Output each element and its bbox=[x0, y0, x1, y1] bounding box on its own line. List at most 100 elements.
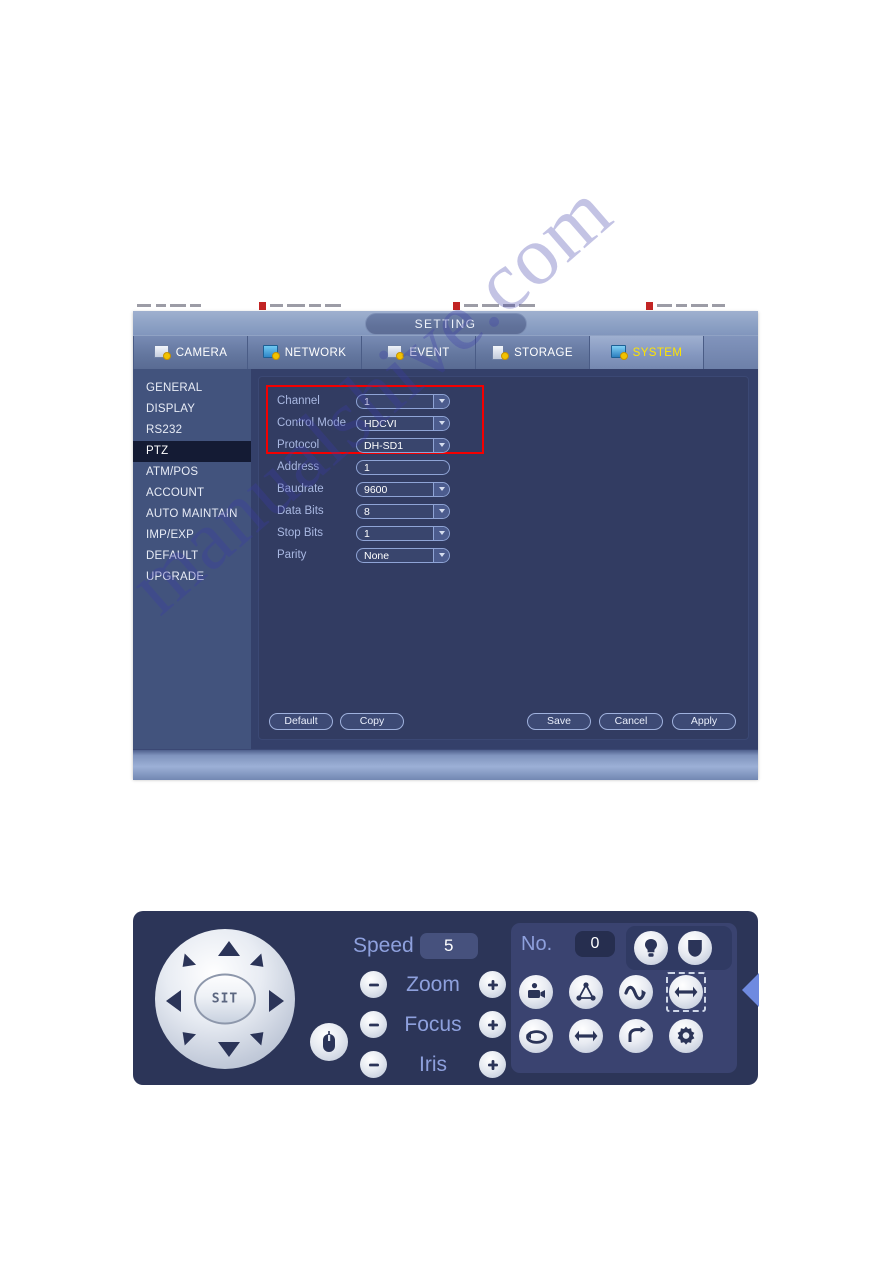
iris-minus-button[interactable] bbox=[360, 1051, 387, 1078]
tab-camera-label: CAMERA bbox=[175, 346, 228, 359]
storage-icon bbox=[492, 345, 510, 360]
chevron-down-icon[interactable] bbox=[433, 548, 449, 562]
light-button[interactable] bbox=[634, 931, 668, 965]
pan-right-button[interactable] bbox=[269, 990, 284, 1012]
chevron-down-icon[interactable] bbox=[433, 504, 449, 518]
pan-up-right-button[interactable] bbox=[249, 953, 270, 973]
config-button[interactable] bbox=[669, 1019, 703, 1053]
preset-icon bbox=[528, 983, 545, 998]
protocol-value: DH-SD1 bbox=[364, 439, 404, 452]
auto-pan-icon bbox=[526, 1030, 547, 1044]
reset-button[interactable] bbox=[619, 1019, 653, 1053]
tab-event[interactable]: EVENT bbox=[362, 336, 476, 369]
config-cell bbox=[669, 1019, 703, 1053]
system-icon bbox=[610, 345, 628, 360]
save-button[interactable]: Save bbox=[527, 713, 591, 730]
sidebar-item-atm-pos[interactable]: ATM/POS bbox=[133, 462, 251, 483]
form-row-channel: Channel 1 bbox=[277, 390, 450, 412]
chevron-down-icon[interactable] bbox=[433, 526, 449, 540]
sidebar-item-label: ACCOUNT bbox=[146, 487, 205, 499]
ptz-center-button[interactable]: SIT bbox=[194, 973, 256, 1025]
wiper-icon bbox=[688, 940, 702, 957]
parity-select[interactable]: None bbox=[356, 547, 450, 563]
zoom-plus-button[interactable] bbox=[479, 971, 506, 998]
sidebar-item-rs232[interactable]: RS232 bbox=[133, 420, 251, 441]
sidebar-item-account[interactable]: ACCOUNT bbox=[133, 483, 251, 504]
ptz-direction-pad: SIT bbox=[155, 929, 295, 1069]
zoom-row: Zoom bbox=[360, 971, 506, 998]
pan-left-button[interactable] bbox=[166, 990, 181, 1012]
sidebar-item-ptz[interactable]: PTZ bbox=[133, 441, 251, 462]
chevron-down-icon[interactable] bbox=[433, 394, 449, 408]
sidebar-item-label: UPGRADE bbox=[146, 571, 205, 583]
address-input[interactable]: 1 bbox=[356, 459, 450, 475]
ptz-aux-row bbox=[626, 926, 732, 970]
sidebar-item-auto-maintain[interactable]: AUTO MAINTAIN bbox=[133, 504, 251, 525]
minus-icon bbox=[368, 983, 379, 986]
cancel-button[interactable]: Cancel bbox=[599, 713, 663, 730]
flip-cell bbox=[569, 1019, 603, 1053]
tour-button[interactable] bbox=[569, 975, 603, 1009]
stop-bits-select[interactable]: 1 bbox=[356, 525, 450, 541]
mouse-control-button[interactable] bbox=[310, 1023, 348, 1061]
selection-highlight bbox=[666, 972, 706, 1012]
preset-button[interactable] bbox=[519, 975, 553, 1009]
channel-select[interactable]: 1 bbox=[356, 393, 450, 409]
sidebar-item-imp-exp[interactable]: IMP/EXP bbox=[133, 525, 251, 546]
sidebar-item-label: ATM/POS bbox=[146, 466, 199, 478]
sidebar-item-label: DISPLAY bbox=[146, 403, 196, 415]
mouse-icon bbox=[323, 1031, 335, 1052]
collapse-panel-button[interactable] bbox=[742, 973, 759, 1007]
speed-value-field[interactable]: 5 bbox=[419, 933, 478, 959]
form-row-protocol: Protocol DH-SD1 bbox=[277, 434, 450, 456]
light-bulb-icon bbox=[645, 939, 657, 957]
form-row-control-mode: Control Mode HDCVI bbox=[277, 412, 450, 434]
window-footer-bar bbox=[133, 749, 758, 780]
iris-plus-button[interactable] bbox=[479, 1051, 506, 1078]
sidebar-item-upgrade[interactable]: UPGRADE bbox=[133, 567, 251, 588]
tab-camera[interactable]: CAMERA bbox=[133, 336, 248, 369]
chevron-down-icon[interactable] bbox=[433, 482, 449, 496]
parity-value: None bbox=[364, 549, 390, 562]
apply-button[interactable]: Apply bbox=[672, 713, 736, 730]
zoom-minus-button[interactable] bbox=[360, 971, 387, 998]
auto-pan-cell bbox=[519, 1019, 553, 1053]
flip-icon bbox=[574, 1030, 598, 1042]
flip-button[interactable] bbox=[569, 1019, 603, 1053]
no-value-field[interactable]: 0 bbox=[575, 931, 615, 957]
control-mode-select[interactable]: HDCVI bbox=[356, 415, 450, 431]
window-title-bar: SETTING bbox=[133, 311, 758, 335]
sidebar-item-display[interactable]: DISPLAY bbox=[133, 399, 251, 420]
focus-plus-button[interactable] bbox=[479, 1011, 506, 1038]
chevron-down-icon[interactable] bbox=[433, 416, 449, 430]
pan-up-button[interactable] bbox=[218, 941, 240, 956]
pan-down-button[interactable] bbox=[218, 1042, 240, 1057]
pan-up-left-button[interactable] bbox=[176, 953, 197, 973]
pan-down-right-button[interactable] bbox=[249, 1026, 270, 1046]
chevron-down-icon[interactable] bbox=[433, 438, 449, 452]
data-bits-select[interactable]: 8 bbox=[356, 503, 450, 519]
focus-minus-button[interactable] bbox=[360, 1011, 387, 1038]
ptz-control-panel: SIT Speed 5 Zoom Focus Iris No. 0 bbox=[133, 911, 759, 1085]
baudrate-select[interactable]: 9600 bbox=[356, 481, 450, 497]
auto-pan-button[interactable] bbox=[519, 1019, 553, 1053]
protocol-select[interactable]: DH-SD1 bbox=[356, 437, 450, 453]
wiper-button[interactable] bbox=[678, 931, 712, 965]
ptz-function-panel: No. 0 bbox=[511, 923, 737, 1073]
tab-network[interactable]: NETWORK bbox=[248, 336, 362, 369]
sidebar-item-label: IMP/EXP bbox=[146, 529, 195, 541]
pan-down-left-button[interactable] bbox=[176, 1026, 197, 1046]
label-channel: Channel bbox=[277, 395, 320, 407]
sidebar-item-default[interactable]: DEFAULT bbox=[133, 546, 251, 567]
default-button[interactable]: Default bbox=[269, 713, 333, 730]
sidebar-item-label: RS232 bbox=[146, 424, 183, 436]
label-control-mode: Control Mode bbox=[277, 417, 347, 429]
copy-button[interactable]: Copy bbox=[340, 713, 404, 730]
sidebar-item-general[interactable]: GENERAL bbox=[133, 378, 251, 399]
focus-label: Focus bbox=[404, 1012, 462, 1036]
baudrate-value: 9600 bbox=[364, 483, 388, 496]
tab-system[interactable]: SYSTEM bbox=[590, 336, 704, 369]
tab-storage[interactable]: STORAGE bbox=[476, 336, 590, 369]
label-protocol: Protocol bbox=[277, 439, 320, 451]
pattern-button[interactable] bbox=[619, 975, 653, 1009]
